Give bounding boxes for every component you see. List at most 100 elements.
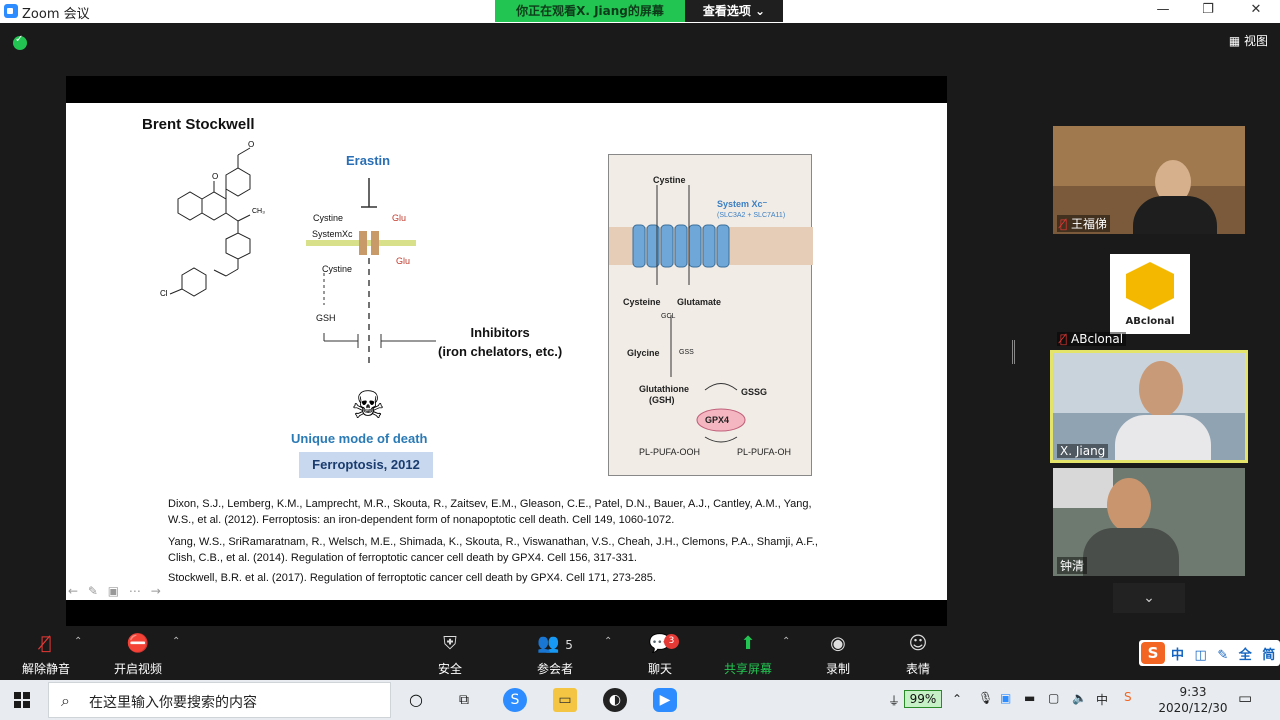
participant-body — [1083, 528, 1179, 576]
encryption-shield-icon[interactable] — [13, 34, 27, 50]
shield-icon: ⛨ — [443, 633, 457, 654]
svg-text:Cl: Cl — [160, 289, 168, 298]
volume-tray-icon[interactable]: 🔈 — [1072, 691, 1087, 705]
clock-date: 2020/12/30 — [1158, 701, 1228, 715]
share-screen-label: 共享屏幕 — [723, 662, 772, 676]
chevron-down-icon: ⌄ — [1143, 590, 1155, 606]
participant-tile[interactable]: 钟清 — [1053, 468, 1245, 576]
view-button[interactable]: ▦ 视图 — [1229, 32, 1268, 49]
minimize-button[interactable]: — — [1148, 2, 1178, 20]
notification-center-icon[interactable]: ▭ — [1238, 689, 1252, 707]
obs-app-icon[interactable]: ◐ — [603, 688, 627, 712]
share-options-caret-icon[interactable]: ⌃ — [782, 636, 790, 647]
zoom-tray-icon[interactable]: ▣ — [1000, 691, 1011, 705]
security-label: 安全 — [437, 662, 462, 676]
participant-face — [1107, 478, 1151, 532]
browser-app-icon[interactable]: S — [503, 688, 527, 712]
cortana-icon[interactable]: ○ — [404, 688, 428, 712]
participants-button[interactable]: 👥 5 参会者 — [515, 632, 595, 677]
svg-text:O: O — [212, 172, 218, 181]
logo-text: ABclonal — [1125, 316, 1175, 327]
participant-tile-active-speaker[interactable]: X. Jiang — [1050, 350, 1248, 463]
ime-indicator[interactable]: 中 — [1096, 691, 1108, 708]
panel-gss: GSS — [679, 349, 694, 356]
reference-1: Dixon, S.J., Lemberg, K.M., Lamprecht, M… — [168, 498, 812, 526]
gsh-label: GSH — [316, 313, 336, 323]
participant-name: 🎙̸ 王福俤 — [1057, 215, 1111, 232]
panel-pl-pufa-ooh: PL-PUFA-OOH — [639, 447, 701, 457]
title-bar: Zoom 会议 你正在观看X. Jiang的屏幕 查看选项 ⌄ — ❐ ✕ — [0, 0, 1280, 23]
muted-mic-icon: 🎙̸ — [1060, 332, 1068, 346]
panel-system-sub: (SLC3A2 + SLC7A11) — [717, 212, 786, 219]
battery-indicator[interactable]: 99% — [904, 690, 942, 708]
erastin-label: Erastin — [346, 153, 391, 168]
screen-share-banner: 你正在观看X. Jiang的屏幕 查看选项 ⌄ — [495, 0, 783, 22]
sogou-logo-icon: S — [1141, 642, 1165, 664]
start-video-button[interactable]: ⛔ 开启视频 — [98, 632, 178, 677]
network-tray-icon[interactable]: ▬ — [1024, 691, 1035, 705]
mic-tray-icon[interactable]: 🎙 — [978, 691, 993, 705]
participant-tile[interactable]: ABclonal 🎙̸ ABclonal — [1053, 240, 1245, 348]
record-label: 录制 — [825, 662, 850, 676]
inhibitors-title: Inhibitors — [470, 325, 530, 340]
record-button[interactable]: ◉ 录制 — [798, 632, 878, 677]
panel-gsh: (GSH) — [649, 395, 675, 405]
video-background — [1053, 468, 1113, 508]
participants-options-caret-icon[interactable]: ⌃ — [604, 636, 612, 647]
sogou-tray-icon[interactable]: S — [1124, 690, 1132, 704]
video-off-icon: ⛔ — [126, 633, 150, 654]
windows-taskbar: ⌕ 在这里输入你要搜索的内容 ○ ⧉ S ▭ ◐ ▶ ⏚ 99% ⌃ 🎙 ▣ ▬… — [0, 680, 1280, 720]
window-title: Zoom 会议 — [22, 7, 90, 22]
chat-button[interactable]: 💬 3 聊天 — [620, 632, 700, 677]
tray-expand-icon[interactable]: ⌃ — [952, 692, 962, 706]
muted-mic-icon: 🎙̸ — [1060, 217, 1068, 231]
taskbar-clock[interactable]: 9:33 2020/12/30 — [1148, 684, 1238, 716]
view-options-button[interactable]: 查看选项 ⌄ — [685, 0, 783, 22]
display-tray-icon[interactable]: ▢ — [1048, 691, 1059, 705]
participant-name-text: 王福俤 — [1071, 217, 1108, 231]
video-background — [1053, 126, 1245, 186]
inhibitors-label: Inhibitors (iron chelators, etc.) — [438, 323, 562, 361]
cystine-bottom-label: Cystine — [322, 264, 353, 274]
slide-navigation-controls[interactable]: ← ✎ ▣ ⋯ → — [68, 584, 164, 598]
smiley-icon: ☺ — [908, 633, 928, 654]
participants-icon: 👥 5 — [537, 633, 573, 654]
security-button[interactable]: ⛨ 安全 — [410, 632, 490, 677]
zoom-window: Zoom 会议 你正在观看X. Jiang的屏幕 查看选项 ⌄ — ❐ ✕ ▦ … — [0, 0, 1280, 720]
share-screen-button[interactable]: ⬆ 共享屏幕 — [708, 632, 788, 677]
skull-icon: ☠ — [351, 383, 386, 427]
panel-system: System Xc⁻ — [717, 199, 768, 209]
audio-options-caret-icon[interactable]: ⌃ — [74, 636, 82, 647]
ime-toolbar[interactable]: S 中 ◫ ✎ 全 简 — [1139, 640, 1280, 666]
ime-options[interactable]: 中 ◫ ✎ 全 简 — [1171, 644, 1278, 663]
panel-pl-pufa-oh: PL-PUFA-OH — [737, 447, 792, 457]
participant-body — [1115, 415, 1211, 460]
ferroptosis-label: Ferroptosis, 2012 — [299, 452, 433, 478]
maximize-button[interactable]: ❐ — [1193, 2, 1223, 20]
panel-gcl: GCL — [661, 313, 676, 320]
video-options-caret-icon[interactable]: ⌃ — [172, 636, 180, 647]
search-icon: ⌕ — [61, 691, 70, 710]
svg-text:O: O — [248, 140, 254, 149]
participant-tile[interactable]: 🎙̸ 王福俤 — [1053, 126, 1245, 234]
panel-glutamate: Glutamate — [677, 297, 722, 307]
close-button[interactable]: ✕ — [1241, 2, 1271, 20]
start-video-label: 开启视频 — [113, 662, 162, 676]
zoom-app-icon — [4, 4, 18, 18]
reactions-button[interactable]: ☺ 表情 — [878, 632, 958, 677]
windows-start-icon[interactable] — [14, 692, 30, 708]
panel-resize-handle[interactable] — [1012, 340, 1015, 364]
cystine-top-label: Cystine — [313, 213, 344, 223]
presentation-slide: Brent Stockwell O O CH₃ Cl Erastin Cysti… — [66, 103, 947, 600]
reactions-label: 表情 — [905, 662, 930, 676]
scroll-down-button[interactable]: ⌄ — [1113, 583, 1185, 613]
task-view-icon[interactable]: ⧉ — [452, 688, 476, 712]
chat-bubble-icon: 💬 — [648, 633, 672, 654]
file-explorer-icon[interactable]: ▭ — [553, 688, 577, 712]
participant-name: 钟清 — [1057, 557, 1088, 574]
panel-gssg: GSSG — [741, 387, 768, 397]
participants-count: 5 — [565, 638, 573, 652]
zoom-taskbar-icon[interactable]: ▶ — [653, 688, 677, 712]
taskbar-search-box[interactable]: ⌕ 在这里输入你要搜索的内容 — [48, 682, 391, 718]
svg-text:CH₃: CH₃ — [252, 208, 265, 215]
